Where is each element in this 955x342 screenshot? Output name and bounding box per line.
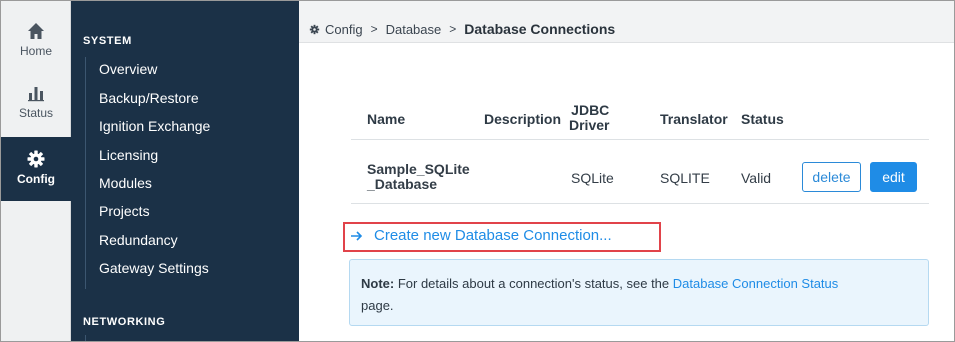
arrow-right-icon [351, 230, 363, 241]
rail-status[interactable]: Status [1, 83, 71, 129]
column-header-jdbc-line2: Driver [569, 117, 610, 133]
row-driver: SQLite [571, 170, 614, 186]
rail-status-label: Status [18, 106, 54, 120]
gear-icon [309, 24, 320, 34]
create-connection-link[interactable]: Create new Database Connection... [351, 227, 612, 244]
rail-config[interactable]: Config [1, 137, 71, 201]
sidebar: SYSTEM Overview Backup/Restore Ignition … [71, 1, 299, 341]
edit-button[interactable]: edit [870, 162, 917, 192]
sidebar-item-overview[interactable]: Overview [99, 61, 157, 77]
table-row-divider [351, 203, 929, 204]
column-header-name: Name [367, 111, 406, 127]
column-header-translator: Translator [660, 111, 728, 127]
gateway-window: Home Status Config SYSTEM Overview Backu… [0, 0, 955, 342]
delete-button[interactable]: delete [802, 162, 861, 192]
note-text-end: page. [361, 298, 394, 313]
column-header-jdbc-driver: JDBC Driver [569, 103, 609, 133]
table-header-divider [351, 139, 929, 140]
nav-tree-line [85, 57, 86, 289]
row-name[interactable]: Sample_SQLite _Database [367, 162, 470, 192]
create-connection-label: Create new Database Connection... [374, 227, 612, 244]
home-icon [28, 23, 44, 39]
rail-home[interactable]: Home [1, 21, 71, 67]
column-header-status: Status [741, 111, 784, 127]
breadcrumb: Config > Database > Database Connections [309, 21, 615, 37]
icon-rail: Home Status Config [1, 1, 71, 341]
note-box: Note: For details about a connection's s… [349, 259, 929, 326]
sidebar-item-projects[interactable]: Projects [99, 203, 150, 219]
sidebar-section-networking: NETWORKING [83, 316, 166, 328]
rail-config-label: Config [17, 172, 55, 186]
breadcrumb-separator: > [449, 22, 457, 36]
page-header: Config > Database > Database Connections [299, 1, 954, 43]
sidebar-item-ignition-exchange[interactable]: Ignition Exchange [99, 118, 210, 134]
breadcrumb-database[interactable]: Database [386, 22, 442, 37]
rail-home-label: Home [19, 44, 52, 58]
status-doc-link[interactable]: Database Connection Status [673, 276, 839, 291]
bar-chart-icon [28, 87, 44, 102]
row-name-line1: Sample_SQLite [367, 161, 470, 177]
sidebar-section-system: SYSTEM [83, 35, 132, 47]
column-header-jdbc-line1: JDBC [571, 102, 610, 118]
sidebar-item-backup-restore[interactable]: Backup/Restore [99, 90, 199, 106]
sidebar-item-modules[interactable]: Modules [99, 175, 152, 191]
column-header-description: Description [484, 111, 562, 127]
page-title: Database Connections [464, 21, 616, 37]
breadcrumb-separator: > [370, 22, 378, 36]
row-name-line2: _Database [367, 176, 438, 192]
breadcrumb-config[interactable]: Config [325, 22, 363, 37]
gear-icon [27, 150, 45, 168]
sidebar-item-redundancy[interactable]: Redundancy [99, 232, 178, 248]
sidebar-item-gateway-settings[interactable]: Gateway Settings [99, 260, 209, 276]
note-label: Note: [361, 276, 395, 291]
note-text: For details about a connection's status,… [394, 276, 673, 291]
row-status: Valid [741, 170, 772, 186]
row-translator: SQLITE [660, 170, 710, 186]
sidebar-item-licensing[interactable]: Licensing [99, 147, 158, 163]
nav-tree-line [85, 335, 86, 341]
